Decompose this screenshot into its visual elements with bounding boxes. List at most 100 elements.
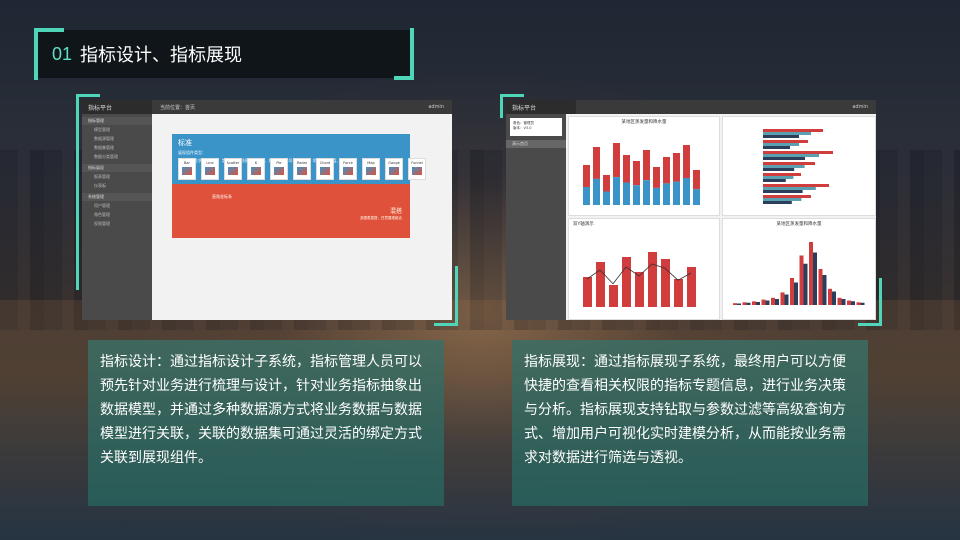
bar-segment <box>603 191 610 205</box>
chart-tile[interactable]: K <box>247 158 265 180</box>
bar-segment <box>643 150 650 181</box>
hbar <box>763 187 816 190</box>
chart-tile[interactable]: Radar <box>293 158 311 180</box>
bar <box>775 299 779 305</box>
bar-segment <box>593 147 600 179</box>
frame-bracket-left <box>76 94 79 290</box>
sidebar-item[interactable]: 数据集管理 <box>82 143 152 152</box>
bar <box>851 301 855 305</box>
sidebar-item[interactable]: 报表管理 <box>82 172 152 181</box>
bar-segment <box>623 155 630 183</box>
left-screenshot-frame: 指标平台 当前位置：首页 admin 指标管理 模型管理 数据源管理 数据集管理… <box>76 94 458 326</box>
chart-panel-hbar <box>722 116 876 216</box>
chart-tile-icon <box>205 167 215 175</box>
hbar <box>763 146 790 149</box>
display-description: 指标展现：通过指标展现子系统，最终用户可以方便快捷的查看相关权限的指标专题信息，… <box>512 340 868 506</box>
user-label: admin <box>428 104 444 110</box>
stacked-bar-chart <box>583 143 700 205</box>
chart-tile[interactable]: Line <box>201 158 219 180</box>
bar <box>622 257 631 307</box>
bar <box>756 302 760 305</box>
sidebar-item[interactable]: 数据源管理 <box>82 134 152 143</box>
bar <box>799 255 804 305</box>
bar <box>847 300 851 305</box>
sidebar-group[interactable]: 指标管理 <box>82 117 152 125</box>
bar <box>794 282 798 305</box>
hbar <box>763 143 799 146</box>
bar <box>790 278 794 305</box>
bar <box>818 269 823 305</box>
bar-segment <box>663 157 670 184</box>
chart-panel-bar: 某地区蒸发量和降水量 <box>568 116 720 216</box>
user-label: admin <box>852 104 868 110</box>
bar-segment <box>683 145 690 178</box>
chart-tile[interactable]: Map <box>362 158 380 180</box>
bar-segment <box>653 167 660 188</box>
chart-tile-icon <box>343 167 353 175</box>
chart-tile-icon <box>297 167 307 175</box>
hbar <box>763 195 811 198</box>
sidebar-group[interactable]: 指标展现 <box>82 164 152 172</box>
hero-title: 标准 <box>178 139 192 147</box>
bar <box>856 302 861 305</box>
bar <box>674 279 683 307</box>
bar-segment <box>643 180 650 205</box>
chart-panel-dual-axis: 双Y轴演示 <box>568 218 720 320</box>
app-topbar: 指标平台 当前位置：首页 admin <box>82 100 452 114</box>
hbar <box>763 140 808 143</box>
bar <box>803 263 808 305</box>
app-logo: 指标平台 <box>82 100 152 114</box>
bar-segment <box>603 175 610 192</box>
sidebar-item[interactable]: 用户管理 <box>82 201 152 210</box>
chart-type-tiles: Bar Line Scatter K Pie Radar Chord Force… <box>178 158 426 180</box>
chart-tile[interactable]: Gauge <box>385 158 403 180</box>
chart-tile[interactable]: Pie <box>270 158 288 180</box>
bar-segment <box>683 178 690 205</box>
bar <box>648 252 657 307</box>
hbar <box>763 151 833 154</box>
bar <box>752 301 756 305</box>
chart-tile-icon <box>182 167 192 175</box>
chart-tile-icon <box>366 167 376 175</box>
sidebar-item[interactable]: 演示首页 <box>506 140 566 148</box>
chart-tile[interactable]: Bar <box>178 158 196 180</box>
sidebar-item[interactable]: 角色管理 <box>82 210 152 219</box>
bar-segment <box>623 182 630 205</box>
breadcrumb: 当前位置：首页 <box>160 104 196 111</box>
sidebar-item[interactable]: 权限管理 <box>82 219 152 228</box>
bar <box>813 252 817 305</box>
bar <box>609 285 618 307</box>
hbar <box>763 201 792 204</box>
bar-segment <box>673 153 680 182</box>
app-sidebar: 角色：管理员 版本：V3.0 演示首页 <box>506 114 566 320</box>
indicator-design-screenshot: 指标平台 当前位置：首页 admin 指标管理 模型管理 数据源管理 数据集管理… <box>82 100 452 320</box>
hero-bottom-title: 混搭 <box>389 208 402 215</box>
sidebar-item[interactable]: 数据分类管理 <box>82 152 152 161</box>
app-sidebar: 指标管理 模型管理 数据源管理 数据集管理 数据分类管理 指标展现 报表管理 仪… <box>82 114 152 320</box>
chart-tile[interactable]: Funnel <box>408 158 426 180</box>
hbar <box>763 184 829 187</box>
hbar <box>763 132 811 135</box>
section-heading: 指标设计、指标展现 <box>80 45 243 66</box>
chart-tile-icon <box>274 167 284 175</box>
bar-segment <box>633 185 640 205</box>
chart-tile-icon <box>320 167 330 175</box>
bar <box>832 291 836 305</box>
title-corner-top-left <box>34 28 64 80</box>
chart-tile[interactable]: Scatter <box>224 158 242 180</box>
bar <box>828 288 832 305</box>
sidebar-group[interactable]: 系统管理 <box>82 193 152 201</box>
app-logo: 指标平台 <box>506 100 576 114</box>
hbar <box>763 129 823 132</box>
chart-tile[interactable]: Chord <box>316 158 334 180</box>
sidebar-item[interactable]: 模型管理 <box>82 125 152 134</box>
chart-tile[interactable]: Force <box>339 158 357 180</box>
bar-segment <box>583 187 590 205</box>
hbar <box>763 173 801 176</box>
bar <box>784 294 789 305</box>
display-description-text: 指标展现：通过指标展现子系统，最终用户可以方便快捷的查看相关权限的指标专题信息，… <box>524 354 846 466</box>
bar <box>737 303 741 305</box>
bar <box>635 272 644 307</box>
sidebar-item[interactable]: 仪表板 <box>82 181 152 190</box>
chart-tile-icon <box>389 167 399 175</box>
